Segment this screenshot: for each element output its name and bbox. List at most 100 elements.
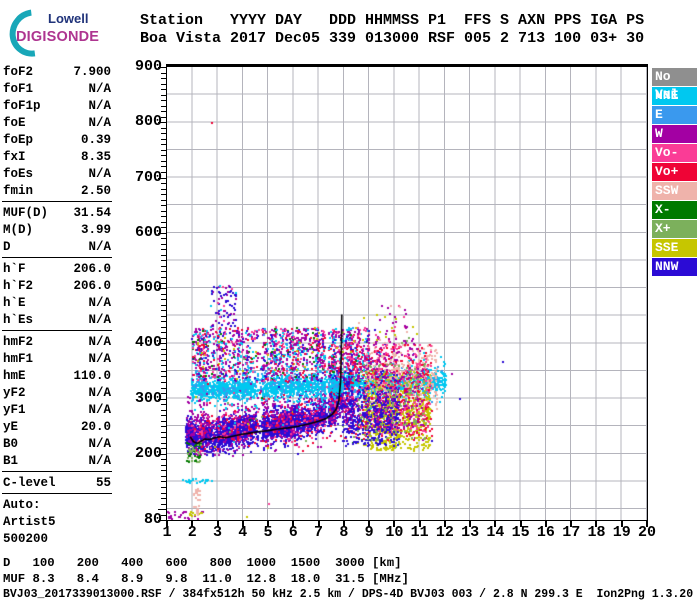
y-axis-tick [161,117,166,118]
y-axis-tick [161,95,166,96]
y-axis-tick [161,294,166,295]
y-axis-tick [161,73,166,74]
param-row-fmin: fmin 2.50 [3,182,111,199]
y-axis-tick [161,437,166,438]
panel-divider [2,257,112,258]
y-axis-tick [158,67,166,68]
legend-item-NNW: NNW [652,258,697,276]
y-axis-tick [161,388,166,389]
param-label: D [3,239,11,254]
param-label: B1 [3,453,19,468]
param-label: foF1p [3,98,41,113]
param-row-hmF2: hmF2 N/A [3,333,111,350]
y-axis-tick [161,332,166,333]
y-axis-tick [161,238,166,239]
param-row-foF1: foF1 N/A [3,80,111,97]
param-row-Clevel: C-level 55 [3,474,111,491]
param-row-hEs: h`Es N/A [3,311,111,328]
param-row-B0: B0 N/A [3,435,111,452]
y-axis-tick [161,205,166,206]
y-axis-tick [161,393,166,394]
param-label: h`F [3,261,26,276]
param-label: foF1 [3,81,34,96]
y-axis-tick [158,288,166,289]
param-value: N/A [88,385,111,400]
y-axis-tick [161,426,166,427]
param-label: hmF1 [3,351,34,366]
y-axis-tick [161,354,166,355]
param-row-fxI: fxI 8.35 [3,148,111,165]
y-axis-tick [158,343,166,344]
param-value: 55 [95,475,111,490]
autoscaler-line-0: Auto: [3,497,41,512]
param-label: h`E [3,295,26,310]
logo-digisonde-text: DIGISONDE [16,29,100,45]
muf-row: MUF 8.3 8.4 8.9 9.8 11.0 12.8 18.0 31.5 … [3,572,409,586]
y-axis-tick [161,481,166,482]
y-axis-tick [161,216,166,217]
legend-item-SSW: SSW [652,182,697,200]
y-axis-tick [161,404,166,405]
param-row-foEs: foEs N/A [3,165,111,182]
param-value: N/A [88,312,111,327]
panel-divider [2,201,112,202]
param-value: 110.0 [73,368,111,383]
y-axis-tick [161,421,166,422]
param-label: foF2 [3,64,34,79]
panel-divider [2,493,112,494]
param-row-yE: yE 20.0 [3,418,111,435]
y-axis-tick [161,183,166,184]
y-axis-tick [161,349,166,350]
y-axis-tick [161,459,166,460]
param-value: N/A [88,98,111,113]
param-row-yF2: yF2 N/A [3,384,111,401]
y-axis-tick [161,155,166,156]
y-axis-tick [161,360,166,361]
y-axis-tick [161,194,166,195]
param-value: 7.900 [73,64,111,79]
y-axis-tick [161,410,166,411]
y-axis-label-300: 300 [134,389,162,407]
y-axis-tick [161,365,166,366]
legend-item-NoVal: No Val [652,68,697,102]
param-label: yF1 [3,402,26,417]
y-axis-tick [161,111,166,112]
param-value: 3.99 [80,222,111,237]
param-label: M(D) [3,222,34,237]
param-value: N/A [88,402,111,417]
y-axis-tick [161,305,166,306]
y-axis-tick [161,260,166,261]
y-axis-tick [161,515,166,516]
y-axis-tick [158,122,166,123]
param-row-foEp: foEp 0.39 [3,131,111,148]
y-axis-tick [161,465,166,466]
param-label: C-level [3,475,56,490]
legend-item-X+: X+ [652,220,697,238]
x-axis-label-20: 20 [637,524,656,541]
param-value: N/A [88,239,111,254]
y-axis-tick [161,84,166,85]
legend-item-SSE: SSE [652,239,697,257]
y-axis-label-800: 800 [134,113,162,131]
y-axis-tick [161,299,166,300]
y-axis-tick [161,476,166,477]
status-bar: BVJ03_2017339013000.RSF / 384fx512h 50 k… [3,588,694,600]
legend-item-W: W [652,125,697,143]
legend-item-X-: X- [652,201,697,219]
y-axis-tick [161,310,166,311]
y-axis-tick [161,189,166,190]
param-value: 0.39 [80,132,111,147]
param-row-B1: B1 N/A [3,452,111,469]
y-axis-tick [161,504,166,505]
autoscaler-line-1: Artist5 [3,514,56,529]
param-value: 20.0 [80,419,111,434]
y-axis-tick [161,172,166,173]
legend-item-E: E [652,106,697,124]
param-value: N/A [88,81,111,96]
param-label: yF2 [3,385,26,400]
y-axis-tick [158,399,166,400]
param-label: foE [3,115,26,130]
direction-color-legend: No ValNNEEWVo-Vo+SSWX-X+SSENNW [652,68,697,277]
y-axis-tick [161,371,166,372]
legend-item-Vo-: Vo- [652,144,697,162]
